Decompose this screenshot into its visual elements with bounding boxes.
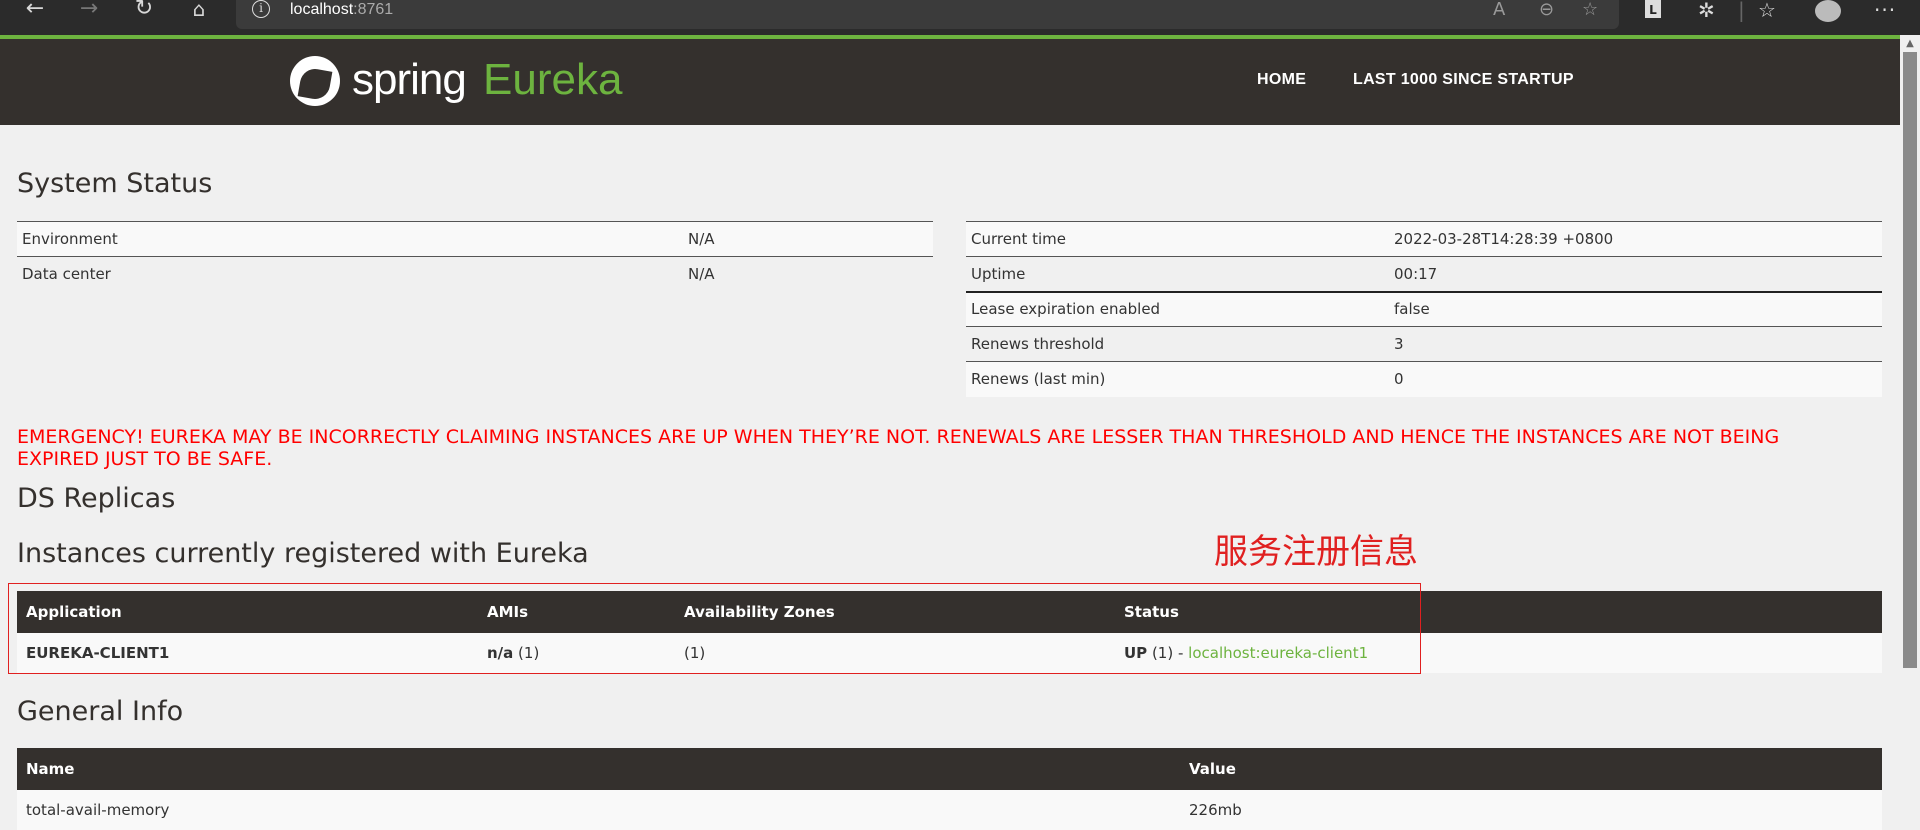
forward-icon[interactable]: → <box>74 0 104 22</box>
status-key: Renews threshold <box>966 326 1389 362</box>
scroll-up-arrow-icon[interactable]: ▲ <box>1903 38 1917 50</box>
logo-eureka-text: Eureka <box>483 55 623 104</box>
refresh-icon[interactable]: ↻ <box>129 0 159 22</box>
system-status-right-table: Current time 2022-03-28T14:28:39 +0800 U… <box>966 221 1882 397</box>
read-aloud-icon[interactable]: A <box>1493 0 1505 20</box>
status-value: N/A <box>683 221 933 257</box>
zoom-out-icon[interactable]: ⊖ <box>1539 0 1554 20</box>
status-value: N/A <box>683 256 933 292</box>
add-favorite-icon[interactable]: ☆ <box>1582 0 1598 20</box>
system-status-left-table: Environment N/A Data center N/A <box>17 221 933 292</box>
status-value: 3 <box>1389 326 1882 362</box>
eureka-navbar: spring Eureka HOME LAST 1000 SINCE START… <box>0 39 1900 125</box>
column-header: Value <box>1180 748 1882 790</box>
status-value: 00:17 <box>1389 256 1882 292</box>
info-icon[interactable]: i <box>252 0 270 18</box>
emergency-warning: EMERGENCY! EUREKA MAY BE INCORRECTLY CLA… <box>17 426 1780 470</box>
table-row: Data center N/A <box>17 256 933 292</box>
table-row: Renews (last min) 0 <box>966 361 1882 397</box>
nav-last1000-link[interactable]: LAST 1000 SINCE STARTUP <box>1353 71 1574 89</box>
status-key: Lease expiration enabled <box>966 290 1389 327</box>
nav-home-link[interactable]: HOME <box>1257 71 1306 89</box>
status-value: 0 <box>1389 361 1882 397</box>
profile-icon[interactable] <box>1815 0 1841 22</box>
url-host: localhost <box>290 1 354 18</box>
general-info-heading: General Info <box>17 696 184 727</box>
status-key: Renews (last min) <box>966 361 1389 397</box>
status-key: Uptime <box>966 256 1389 292</box>
url-port: :8761 <box>353 1 394 18</box>
extensions-icon[interactable]: ✲ <box>1698 0 1715 20</box>
table-row: Renews threshold 3 <box>966 326 1882 362</box>
url-text[interactable]: localhost:8761 <box>290 0 393 20</box>
status-key: Environment <box>17 221 683 257</box>
more-icon[interactable]: ··· <box>1874 0 1896 20</box>
favorites-icon[interactable]: ☆ <box>1758 0 1776 20</box>
table-row: Lease expiration enabled false <box>966 290 1882 327</box>
annotation-highlight-box <box>8 583 1421 674</box>
toolbar-divider: | <box>1738 0 1745 22</box>
annotation-label: 服务注册信息 <box>1214 532 1418 572</box>
table-row: Current time 2022-03-28T14:28:39 +0800 <box>966 221 1882 257</box>
home-icon[interactable]: ⌂ <box>184 0 214 22</box>
instances-heading: Instances currently registered with Eure… <box>17 538 589 569</box>
browser-toolbar: ← → ↻ ⌂ i localhost:8761 A ⊖ ☆ L ✲ | ☆ ·… <box>0 0 1920 35</box>
status-key: Data center <box>17 256 683 292</box>
table-row: Uptime 00:17 <box>966 256 1882 292</box>
scrollbar-thumb[interactable] <box>1903 52 1917 668</box>
ds-replicas-heading: DS Replicas <box>17 483 176 514</box>
spring-leaf-icon <box>290 56 340 106</box>
info-name: total-avail-memory <box>17 790 1180 830</box>
info-value: 226mb <box>1180 790 1882 830</box>
status-value: false <box>1389 290 1882 327</box>
extension-l-icon[interactable]: L <box>1645 0 1661 18</box>
table-row: total-avail-memory 226mb <box>17 790 1882 830</box>
table-header-row: Name Value <box>17 748 1882 790</box>
logo-spring-text: spring <box>352 55 467 104</box>
back-icon[interactable]: ← <box>20 0 50 22</box>
address-bar[interactable]: i localhost:8761 A ⊖ ☆ <box>236 0 1619 29</box>
column-header: Name <box>17 748 1180 790</box>
table-row: Environment N/A <box>17 221 933 257</box>
status-key: Current time <box>966 221 1389 257</box>
system-status-heading: System Status <box>17 168 213 199</box>
status-value: 2022-03-28T14:28:39 +0800 <box>1389 221 1882 257</box>
general-info-table: Name Value total-avail-memory 226mb <box>17 748 1882 830</box>
